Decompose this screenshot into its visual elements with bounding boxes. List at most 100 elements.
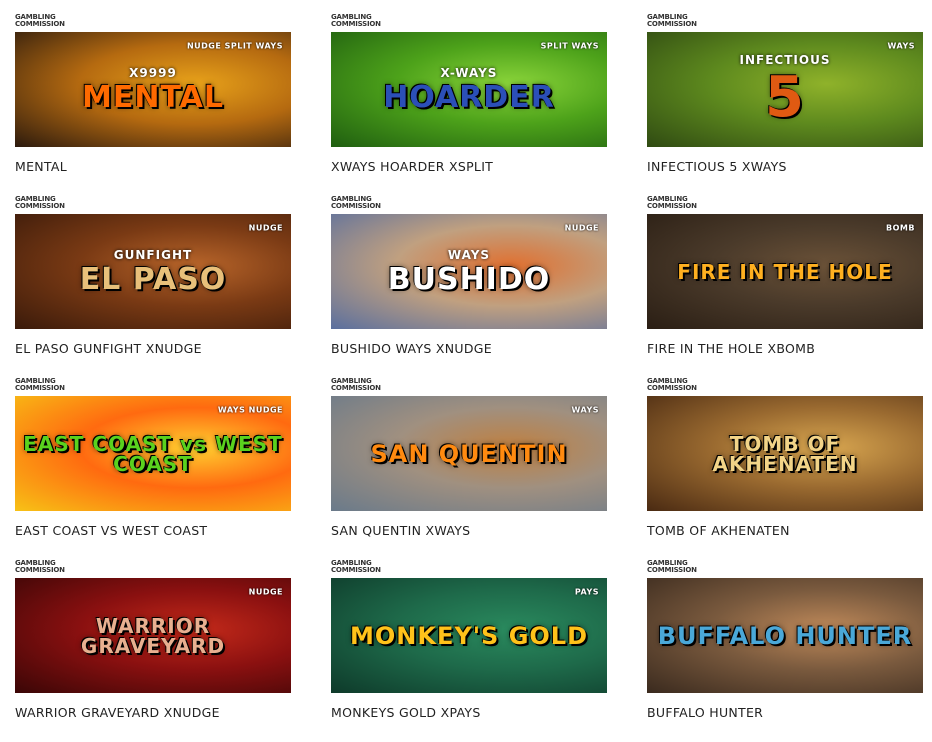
artwork-logo: GUNFIGHT EL PASO <box>23 249 283 295</box>
game-name-link[interactable]: WARRIOR GRAVEYARD XNUDGE <box>15 705 291 720</box>
feature-x-label: NUDGE SPLIT WAYS <box>186 41 283 51</box>
game-thumbnail[interactable]: MONKEY'S GOLD PAYS <box>331 578 607 693</box>
artwork-logo: EAST COAST vs WEST COAST <box>23 434 283 474</box>
game-card[interactable]: GAMBLING COMMISSION EAST COAST vs WEST COA… <box>15 378 291 560</box>
gambling-commission-badge: GAMBLING COMMISSION <box>647 14 923 32</box>
game-name-link[interactable]: EL PASO GUNFIGHT XNUDGE <box>15 341 291 356</box>
game-card[interactable]: GAMBLING COMMISSION MONKEY'S GOLD PAYS MONKE… <box>331 560 607 742</box>
artwork-title: WARRIOR GRAVEYARD <box>80 613 226 658</box>
game-thumbnail[interactable]: BUFFALO HUNTER <box>647 578 923 693</box>
gambling-commission-badge: GAMBLING COMMISSION <box>331 378 607 396</box>
game-card[interactable]: GAMBLING COMMISSION TOMB OF AKHENATEN TOMB … <box>647 378 923 560</box>
badge-line-2: COMMISSION <box>15 20 65 28</box>
artwork-logo: BUFFALO HUNTER <box>655 624 915 648</box>
feature-x-label: NUDGE <box>564 223 599 233</box>
gambling-commission-badge: GAMBLING COMMISSION <box>15 196 291 214</box>
game-thumbnail[interactable]: SAN QUENTIN WAYS <box>331 396 607 511</box>
gambling-commission-badge: GAMBLING COMMISSION <box>15 378 291 396</box>
feature-x-badge: NUDGE <box>249 220 283 236</box>
game-name-link[interactable]: SAN QUENTIN XWAYS <box>331 523 607 538</box>
game-thumbnail[interactable]: TOMB OF AKHENATEN <box>647 396 923 511</box>
game-name-link[interactable]: EAST COAST VS WEST COAST <box>15 523 291 538</box>
artwork-subtitle: X-WAYS <box>440 65 498 80</box>
artwork-logo: TOMB OF AKHENATEN <box>655 434 915 474</box>
artwork-logo: X9999 MENTAL <box>23 67 283 113</box>
badge-line-2: COMMISSION <box>331 202 381 210</box>
gambling-commission-badge: GAMBLING COMMISSION <box>647 378 923 396</box>
badge-line-2: COMMISSION <box>15 566 65 574</box>
feature-x-label: WAYS <box>571 405 599 415</box>
game-thumbnail[interactable]: X-WAYS HOARDER SPLIT WAYS <box>331 32 607 147</box>
feature-x-badge: SPLIT WAYS <box>541 38 599 54</box>
game-artwork: FIRE IN THE HOLE <box>647 214 923 329</box>
feature-x-badge: WAYS <box>572 402 599 418</box>
badge-line-2: COMMISSION <box>647 202 697 210</box>
artwork-title: MENTAL <box>82 79 224 115</box>
game-artwork: MONKEY'S GOLD <box>331 578 607 693</box>
feature-x-badge: PAYS <box>575 584 599 600</box>
gambling-commission-badge: GAMBLING COMMISSION <box>331 14 607 32</box>
gambling-commission-badge: GAMBLING COMMISSION <box>647 560 923 578</box>
artwork-title: BUFFALO HUNTER <box>657 621 913 650</box>
game-artwork: SAN QUENTIN <box>331 396 607 511</box>
badge-line-2: COMMISSION <box>647 566 697 574</box>
gambling-commission-badge: GAMBLING COMMISSION <box>331 196 607 214</box>
game-card[interactable]: GAMBLING COMMISSION X9999 MENTAL NUDGE SPLIT… <box>15 14 291 196</box>
game-card[interactable]: GAMBLING COMMISSION FIRE IN THE HOLE BOMB FI… <box>647 196 923 378</box>
badge-line-2: COMMISSION <box>331 20 381 28</box>
artwork-logo: X-WAYS HOARDER <box>339 67 599 113</box>
game-card[interactable]: GAMBLING COMMISSION BUFFALO HUNTER BUFFALO … <box>647 560 923 742</box>
game-thumbnail[interactable]: WAYS BUSHIDO NUDGE <box>331 214 607 329</box>
artwork-subtitle: WAYS <box>447 247 491 262</box>
feature-x-badge: BOMB <box>886 220 915 236</box>
game-card[interactable]: GAMBLING COMMISSION WAYS BUSHIDO NUDGE BUSHID… <box>331 196 607 378</box>
artwork-title: 5 <box>765 64 805 130</box>
feature-x-badge: NUDGE <box>565 220 599 236</box>
artwork-title: SAN QUENTIN <box>370 439 568 468</box>
artwork-title: HOARDER <box>383 79 555 115</box>
game-name-link[interactable]: MENTAL <box>15 159 291 174</box>
game-name-link[interactable]: MONKEYS GOLD XPAYS <box>331 705 607 720</box>
badge-line-2: COMMISSION <box>647 20 697 28</box>
feature-x-label: NUDGE <box>248 223 283 233</box>
game-name-link[interactable]: BUFFALO HUNTER <box>647 705 923 720</box>
artwork-title: TOMB OF AKHENATEN <box>712 431 858 476</box>
game-name-link[interactable]: BUSHIDO WAYS XNUDGE <box>331 341 607 356</box>
game-card[interactable]: GAMBLING COMMISSION SAN QUENTIN WAYS SAN QUE… <box>331 378 607 560</box>
game-artwork: TOMB OF AKHENATEN <box>647 396 923 511</box>
artwork-logo: WAYS BUSHIDO <box>339 249 599 295</box>
artwork-title: EL PASO <box>79 261 227 297</box>
game-thumbnail[interactable]: FIRE IN THE HOLE BOMB <box>647 214 923 329</box>
game-name-link[interactable]: TOMB OF AKHENATEN <box>647 523 923 538</box>
feature-x-label: WAYS NUDGE <box>217 405 283 415</box>
game-thumbnail[interactable]: EAST COAST vs WEST COAST WAYS NUDGE <box>15 396 291 511</box>
game-thumbnail[interactable]: X9999 MENTAL NUDGE SPLIT WAYS <box>15 32 291 147</box>
game-card[interactable]: GAMBLING COMMISSION X-WAYS HOARDER SPLIT WAY… <box>331 14 607 196</box>
badge-line-2: COMMISSION <box>15 384 65 392</box>
game-card[interactable]: GAMBLING COMMISSION WARRIOR GRAVEYARD NUDGE… <box>15 560 291 742</box>
feature-x-label: WAYS <box>887 41 915 51</box>
feature-x-badge: WAYS <box>888 38 915 54</box>
artwork-subtitle: X9999 <box>129 65 177 80</box>
artwork-title: MONKEY'S GOLD <box>349 621 589 650</box>
game-thumbnail[interactable]: INFECTIOUS 5 WAYS <box>647 32 923 147</box>
gambling-commission-badge: GAMBLING COMMISSION <box>15 14 291 32</box>
gambling-commission-badge: GAMBLING COMMISSION <box>647 196 923 214</box>
feature-x-label: NUDGE <box>248 587 283 597</box>
game-name-link[interactable]: FIRE IN THE HOLE XBOMB <box>647 341 923 356</box>
artwork-logo: INFECTIOUS 5 <box>655 54 915 126</box>
game-card[interactable]: GAMBLING COMMISSION INFECTIOUS 5 WAYS INFECTI… <box>647 14 923 196</box>
game-name-link[interactable]: XWAYS HOARDER XSPLIT <box>331 159 607 174</box>
gambling-commission-badge: GAMBLING COMMISSION <box>15 560 291 578</box>
artwork-title: EAST COAST vs WEST COAST <box>23 431 283 476</box>
game-name-link[interactable]: INFECTIOUS 5 XWAYS <box>647 159 923 174</box>
feature-x-label: BOMB <box>886 223 915 233</box>
game-thumbnail[interactable]: WARRIOR GRAVEYARD NUDGE <box>15 578 291 693</box>
feature-x-label: SPLIT WAYS <box>540 41 599 51</box>
game-grid: GAMBLING COMMISSION X9999 MENTAL NUDGE SPLIT… <box>15 14 923 742</box>
badge-line-2: COMMISSION <box>331 384 381 392</box>
feature-x-badge: WAYS NUDGE <box>218 402 283 418</box>
game-thumbnail[interactable]: GUNFIGHT EL PASO NUDGE <box>15 214 291 329</box>
game-card[interactable]: GAMBLING COMMISSION GUNFIGHT EL PASO NUDGE EL… <box>15 196 291 378</box>
game-artwork: BUFFALO HUNTER <box>647 578 923 693</box>
